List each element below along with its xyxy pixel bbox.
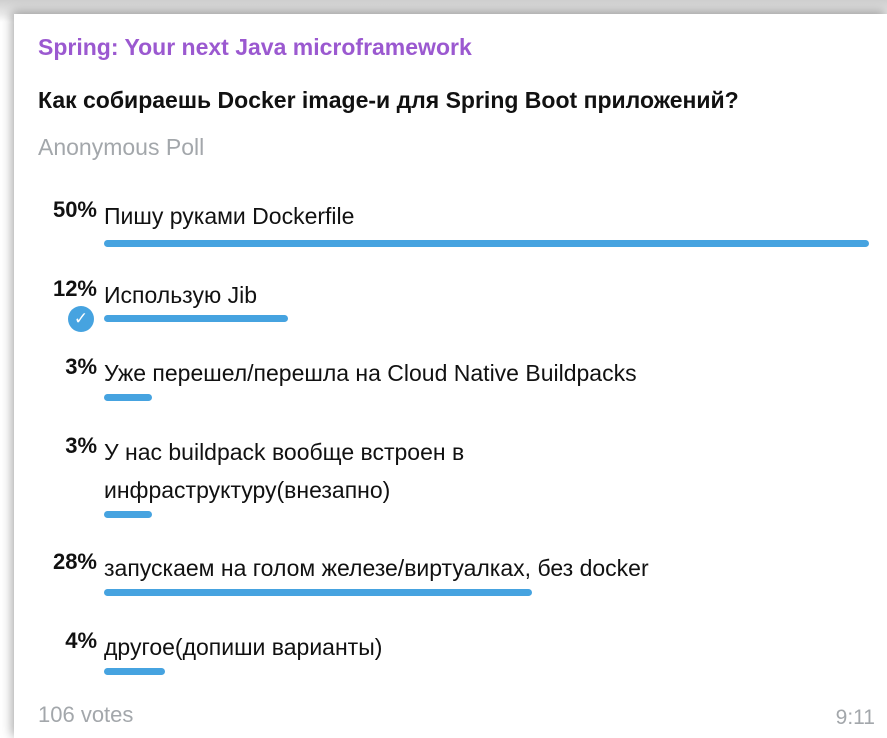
- option-bar: [104, 511, 152, 518]
- message-time: 9:11: [835, 706, 875, 729]
- option-percent: 12%: [52, 276, 97, 301]
- option-bar: [104, 315, 288, 322]
- check-circle-icon: ✓: [68, 306, 94, 332]
- option-bar: [104, 589, 533, 596]
- option-text: запускаем на голом железе/виртуалках, бе…: [104, 555, 649, 581]
- option-percent: 3%: [65, 433, 97, 458]
- window-frame: Spring: Your next Java microframework Ка…: [0, 0, 887, 738]
- option-text: У нас buildpack вообще встроен в инфраст…: [104, 439, 465, 503]
- poll-type-label: Anonymous Poll: [38, 134, 205, 160]
- option-text: другое(допиши варианты): [104, 634, 383, 660]
- option-text: Использую Jib: [104, 282, 258, 308]
- option-bar: [104, 240, 869, 247]
- option-text: Уже перешел/перешла на Cloud Native Buil…: [104, 360, 637, 386]
- vote-count[interactable]: 106 votes: [38, 702, 133, 728]
- option-percent: 4%: [65, 628, 97, 653]
- option-bar: [104, 668, 166, 675]
- option-percent: 50%: [52, 197, 97, 222]
- option-percent: 3%: [65, 354, 97, 379]
- poll-message: Spring: Your next Java microframework Ка…: [14, 14, 887, 738]
- option-percent: 28%: [52, 549, 97, 574]
- poll-question: Как собираешь Docker image-и для Spring …: [38, 87, 739, 113]
- channel-name[interactable]: Spring: Your next Java microframework: [38, 34, 472, 61]
- option-text: Пишу руками Dockerfile: [104, 203, 355, 229]
- option-bar: [104, 394, 152, 401]
